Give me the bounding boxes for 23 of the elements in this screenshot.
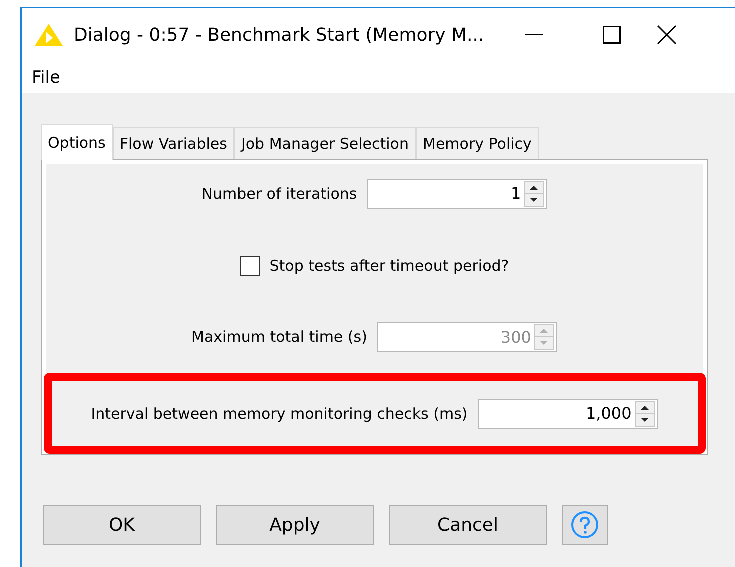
number-spinner[interactable]: 1 bbox=[367, 178, 548, 209]
dialog-button[interactable]: OK bbox=[43, 505, 201, 545]
checkbox-label: Stop tests after timeout period? bbox=[270, 256, 510, 274]
field-label: Maximum total time (s) bbox=[192, 328, 368, 346]
spinner-arrows-icon[interactable] bbox=[634, 400, 655, 426]
close-icon bbox=[657, 25, 677, 45]
dialog-button[interactable]: Cancel bbox=[389, 505, 547, 545]
field-label: Interval between memory monitoring checks (ms) bbox=[91, 404, 468, 422]
tab[interactable]: Flow Variables bbox=[112, 127, 234, 159]
triangle-logo-icon bbox=[34, 23, 64, 47]
tab[interactable]: Job Manager Selection bbox=[234, 127, 416, 159]
maximize-icon bbox=[603, 26, 621, 44]
help-icon bbox=[571, 511, 599, 539]
tab[interactable]: Options bbox=[41, 124, 113, 160]
field-label: Number of iterations bbox=[202, 184, 358, 203]
dialog-button[interactable]: Apply bbox=[216, 505, 374, 545]
spinner-arrows-icon[interactable] bbox=[524, 180, 544, 207]
window-title: Dialog - 0:57 - Benchmark Start (Memory M... bbox=[74, 24, 486, 46]
tab[interactable]: Memory Policy bbox=[416, 127, 539, 159]
number-spinner[interactable]: 1,000 bbox=[478, 398, 658, 428]
minimize-icon bbox=[525, 34, 543, 36]
checkbox[interactable] bbox=[240, 256, 260, 276]
menu-item[interactable]: File bbox=[32, 68, 60, 88]
